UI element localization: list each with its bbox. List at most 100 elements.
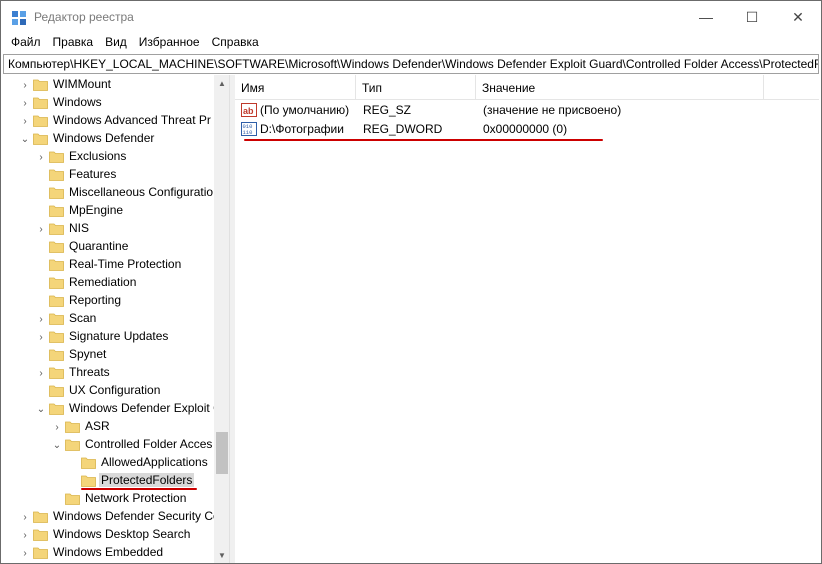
tree-node-label: Real-Time Protection xyxy=(69,257,182,271)
tree-node[interactable]: Quarantine xyxy=(3,238,214,256)
tree-node[interactable]: UX Configuration xyxy=(3,382,214,400)
values-list[interactable]: Имя Тип Значение ab (По умолчанию) REG_S… xyxy=(235,75,819,563)
value-row[interactable]: 010 110 D:\Фотографии REG_DWORD 0x000000… xyxy=(235,120,819,139)
value-name: (По умолчанию) xyxy=(260,103,350,117)
folder-icon xyxy=(65,493,80,505)
tree-node[interactable]: › Windows Desktop Search xyxy=(3,526,214,544)
tree-vertical-scrollbar[interactable]: ▲ ▼ xyxy=(214,75,229,563)
maximize-button[interactable]: ☐ xyxy=(729,1,775,33)
folder-icon xyxy=(49,349,64,361)
expand-chevron-icon[interactable]: › xyxy=(51,418,63,436)
tree-node[interactable]: › ASR xyxy=(3,418,214,436)
folder-icon xyxy=(33,511,48,523)
string-value-icon: ab xyxy=(241,103,257,117)
column-name-header[interactable]: Имя xyxy=(235,75,356,100)
tree-node-label: Reporting xyxy=(69,293,122,307)
tree-node[interactable]: Remediation xyxy=(3,274,214,292)
expand-chevron-icon[interactable]: › xyxy=(35,364,47,382)
tree-node[interactable]: › Scan xyxy=(3,310,214,328)
tree-node-label: Exclusions xyxy=(69,149,127,163)
column-value-header[interactable]: Значение xyxy=(476,75,764,100)
tree-node[interactable]: › Signature Updates xyxy=(3,328,214,346)
tree-node-label: Windows Defender Exploit G xyxy=(69,401,223,415)
folder-icon xyxy=(49,169,64,181)
expand-chevron-icon[interactable]: › xyxy=(35,328,47,346)
expand-chevron-icon[interactable]: › xyxy=(19,112,31,130)
highlight-underline xyxy=(244,139,603,141)
column-type-header[interactable]: Тип xyxy=(356,75,476,100)
collapse-chevron-icon[interactable]: ⌄ xyxy=(51,436,63,454)
expand-chevron-icon[interactable]: › xyxy=(19,544,31,562)
folder-icon xyxy=(49,385,64,397)
tree-node-label: Remediation xyxy=(69,275,137,289)
tree-node-label: Scan xyxy=(69,311,97,325)
scroll-down-arrow-icon[interactable]: ▼ xyxy=(214,547,229,563)
tree-node[interactable]: Spynet xyxy=(3,346,214,364)
tree-node[interactable]: ⌄ Windows Defender Exploit G xyxy=(3,400,223,418)
no-expander xyxy=(67,472,79,490)
value-row[interactable]: ab (По умолчанию) REG_SZ (значение не пр… xyxy=(235,101,819,120)
folder-icon xyxy=(33,79,48,91)
expand-chevron-icon[interactable]: › xyxy=(35,220,47,238)
tree-node[interactable]: Network Protection xyxy=(3,490,214,508)
tree-node[interactable]: Miscellaneous Configuratio xyxy=(3,184,214,202)
menu-edit[interactable]: Правка xyxy=(47,33,100,53)
tree-node[interactable]: MpEngine xyxy=(3,202,214,220)
tree-node[interactable]: › Windows xyxy=(3,94,214,112)
folder-icon xyxy=(49,367,64,379)
tree-node-label: Quarantine xyxy=(69,239,129,253)
close-button[interactable]: ✕ xyxy=(775,1,821,33)
tree-node-label: Controlled Folder Acces xyxy=(85,437,213,451)
address-bar[interactable]: Компьютер\HKEY_LOCAL_MACHINE\SOFTWARE\Mi… xyxy=(3,54,819,74)
no-expander xyxy=(35,292,47,310)
tree-node-label: Windows Defender xyxy=(53,131,155,145)
value-data: (значение не присвоено) xyxy=(483,103,622,117)
collapse-chevron-icon[interactable]: ⌄ xyxy=(35,400,47,418)
expand-chevron-icon[interactable]: › xyxy=(19,526,31,544)
menu-help[interactable]: Справка xyxy=(206,33,265,53)
folder-icon xyxy=(33,133,48,145)
tree-node[interactable]: ⌄ Controlled Folder Acces xyxy=(3,436,214,454)
tree-node[interactable]: › WIMMount xyxy=(3,76,214,94)
scroll-up-arrow-icon[interactable]: ▲ xyxy=(214,75,229,91)
expand-chevron-icon[interactable]: › xyxy=(19,508,31,526)
tree-node[interactable]: Reporting xyxy=(3,292,214,310)
registry-editor-window: Редактор реестра — ☐ ✕ Файл Правка Вид И… xyxy=(0,0,822,564)
no-expander xyxy=(35,184,47,202)
tree-node[interactable]: AllowedApplications xyxy=(3,454,214,472)
tree-node-label: UX Configuration xyxy=(69,383,161,397)
minimize-button[interactable]: — xyxy=(683,1,729,33)
folder-icon xyxy=(65,439,80,451)
menu-favorites[interactable]: Избранное xyxy=(133,33,206,53)
no-expander xyxy=(35,238,47,256)
folder-icon xyxy=(49,277,64,289)
folder-icon xyxy=(49,223,64,235)
tree-node[interactable]: › Windows Advanced Threat Pr xyxy=(3,112,214,130)
expand-chevron-icon[interactable]: › xyxy=(19,94,31,112)
tree-node[interactable]: Features xyxy=(3,166,214,184)
menu-file[interactable]: Файл xyxy=(5,33,47,53)
tree-node[interactable]: › Threats xyxy=(3,364,214,382)
expand-chevron-icon[interactable]: › xyxy=(19,76,31,94)
value-name: D:\Фотографии xyxy=(260,122,344,136)
expand-chevron-icon[interactable]: › xyxy=(35,310,47,328)
tree-node[interactable]: › NIS xyxy=(3,220,214,238)
tree-node-label: ASR xyxy=(85,419,110,433)
tree-node[interactable]: ⌄ Windows Defender xyxy=(3,130,214,148)
tree-node[interactable]: › Windows Defender Security Ce xyxy=(3,508,219,526)
address-path: Компьютер\HKEY_LOCAL_MACHINE\SOFTWARE\Mi… xyxy=(8,57,819,71)
tree-node-label: Threats xyxy=(69,365,110,379)
tree-node[interactable]: › Exclusions xyxy=(3,148,214,166)
folder-icon xyxy=(49,241,64,253)
tree-node[interactable]: Real-Time Protection xyxy=(3,256,214,274)
scroll-thumb[interactable] xyxy=(216,432,228,474)
folder-icon xyxy=(49,331,64,343)
folder-icon xyxy=(49,403,64,415)
no-expander xyxy=(51,490,63,508)
expand-chevron-icon[interactable]: › xyxy=(35,148,47,166)
tree-node[interactable]: › Windows Embedded xyxy=(3,544,214,562)
folder-icon xyxy=(65,421,80,433)
no-expander xyxy=(67,454,79,472)
menu-view[interactable]: Вид xyxy=(99,33,133,53)
collapse-chevron-icon[interactable]: ⌄ xyxy=(19,130,31,148)
